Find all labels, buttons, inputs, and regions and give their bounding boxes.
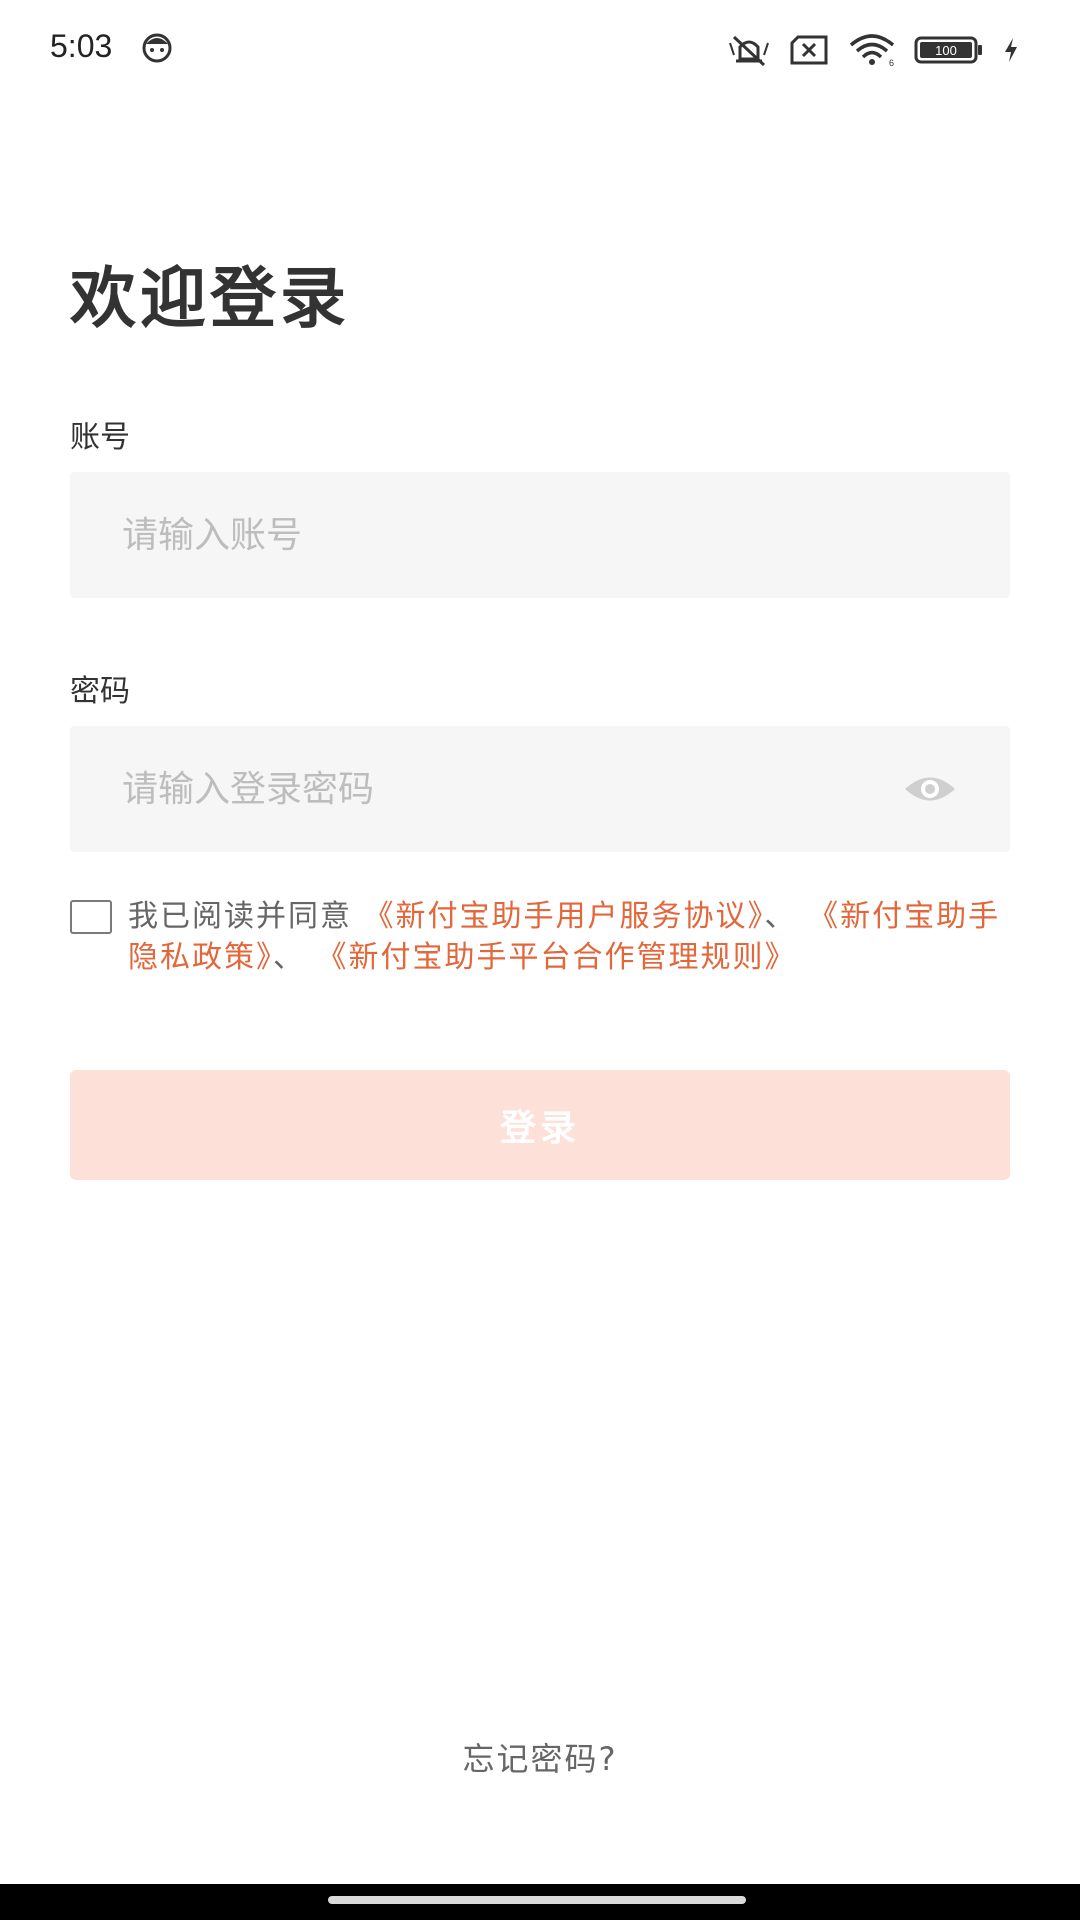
agreement-prefix: 我已阅读并同意 [128, 899, 352, 934]
battery-icon: 100 [914, 36, 982, 64]
page-title: 欢迎登录 [70, 260, 350, 337]
forgot-password-link[interactable]: 忘记密码? [0, 1734, 1080, 1780]
login-screen: 5:03 6 100 欢迎登录 账号 请输入账号 密码 我已阅读并同意 《新付宝… [0, 0, 1080, 1920]
wifi-icon: 6 [849, 34, 895, 67]
face-icon [142, 33, 172, 63]
login-button[interactable]: 登录 [70, 1070, 1010, 1180]
charging-icon [1005, 38, 1017, 62]
password-label: 密码 [70, 674, 130, 709]
account-input[interactable] [122, 472, 902, 598]
navigation-bar [0, 1884, 1080, 1920]
svg-text:6: 6 [889, 58, 894, 67]
agreement-separator: 、 [273, 940, 305, 975]
account-label: 账号 [70, 420, 130, 455]
vibrate-off-icon [729, 35, 769, 67]
account-field-container [70, 472, 1010, 598]
agreement-checkbox[interactable] [70, 900, 112, 934]
user-agreement-link[interactable]: 《新付宝助手用户服务协议》 [364, 899, 765, 934]
agreement-text: 我已阅读并同意 《新付宝助手用户服务协议》、 《新付宝助手隐私政策》、 《新付宝… [128, 896, 1014, 978]
cooperation-rules-link[interactable]: 《新付宝助手平台合作管理规则》 [317, 940, 797, 975]
status-time: 5:03 [50, 28, 113, 64]
no-sim-icon [790, 35, 828, 65]
status-bar: 5:03 6 100 [0, 0, 1080, 100]
home-indicator[interactable] [328, 1896, 746, 1904]
password-input[interactable] [122, 726, 902, 852]
status-icons: 6 100 [726, 30, 1020, 70]
password-field-container [70, 726, 1010, 852]
eye-icon[interactable] [902, 772, 958, 806]
agreement-separator: 、 [764, 899, 797, 934]
svg-text:100: 100 [935, 43, 957, 58]
